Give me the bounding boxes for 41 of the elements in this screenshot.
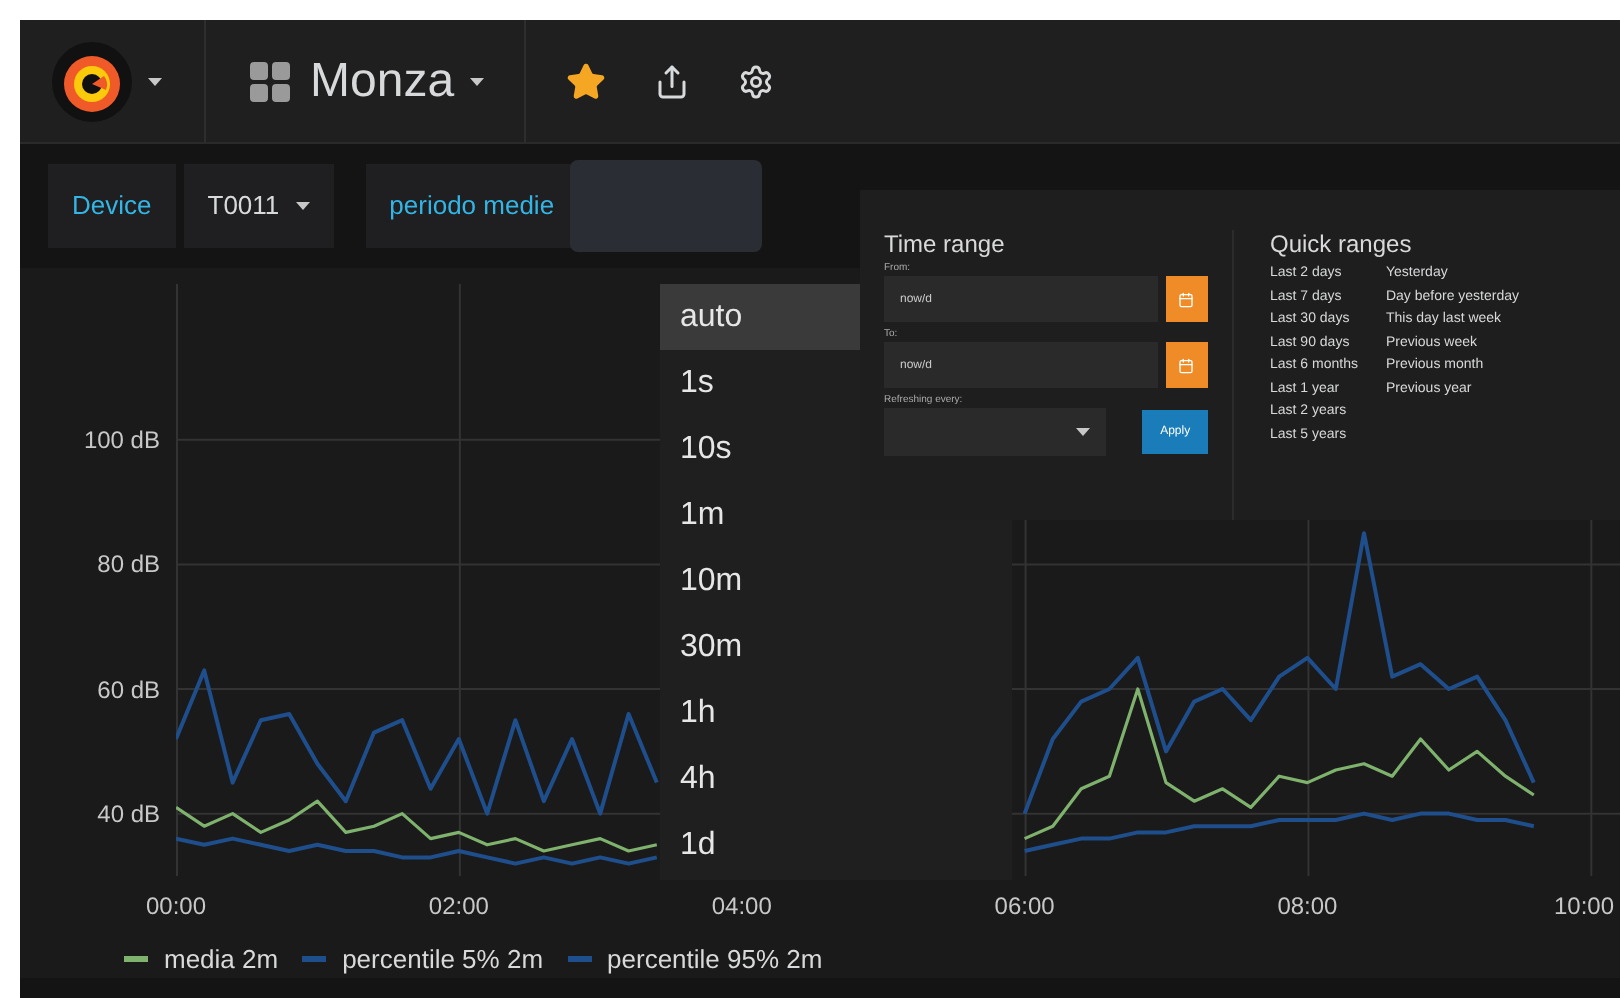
x-axis-label: 04:00 (711, 890, 772, 922)
caret-icon (295, 202, 310, 210)
calendar-icon (1178, 357, 1195, 373)
input-field[interactable] (570, 160, 763, 252)
dropdown-option[interactable]: 30m (660, 614, 860, 680)
logo-icon[interactable] (52, 41, 132, 121)
dropdown-option[interactable]: 1h (660, 680, 860, 746)
share-icon[interactable] (654, 63, 691, 99)
caret-icon (470, 77, 485, 85)
x-axis-label: 10:00 (1553, 890, 1615, 922)
calendar-icon (1178, 291, 1195, 307)
dropdown-option[interactable]: 1m (660, 482, 860, 548)
star-icon[interactable] (566, 61, 607, 101)
calendar-button[interactable] (1165, 276, 1208, 322)
dropdown-option[interactable]: 4h (660, 746, 860, 812)
y-axis-label: 80 dB (97, 548, 160, 581)
dashboard-grid-icon (246, 57, 294, 105)
panel-title: Time range (884, 230, 1007, 258)
caret-icon (1076, 428, 1091, 436)
y-axis-label: 100 dB (83, 423, 160, 456)
x-axis-label: 02:00 (428, 890, 489, 922)
variable-select[interactable]: T0011 (183, 164, 334, 248)
calendar-button[interactable] (1165, 342, 1208, 388)
dashboard-title[interactable]: Monza (310, 45, 455, 117)
dropdown-option[interactable]: 1d (660, 812, 860, 878)
y-axis-label: 40 dB (97, 797, 160, 830)
dropdown-option[interactable]: 10m (660, 548, 860, 614)
dropdown-option[interactable]: 10s (660, 416, 860, 482)
variable-label: Device (48, 164, 176, 248)
settings-icon[interactable] (738, 63, 775, 99)
dropdown-option[interactable]: auto (660, 284, 860, 350)
legend-label[interactable]: percentile 95% 2m (607, 939, 823, 978)
x-axis-label: 06:00 (994, 890, 1055, 922)
dropdown-option[interactable]: 1s (660, 350, 860, 416)
legend-label[interactable]: percentile 5% 2m (342, 939, 544, 978)
caret-icon (148, 77, 162, 85)
x-axis-label: 00:00 (145, 890, 207, 922)
legend-label[interactable]: media 2m (164, 939, 279, 978)
y-axis-label: 60 dB (97, 673, 160, 706)
panel-title: Quick ranges (1270, 230, 1414, 258)
x-axis-label: 08:00 (1277, 890, 1338, 922)
